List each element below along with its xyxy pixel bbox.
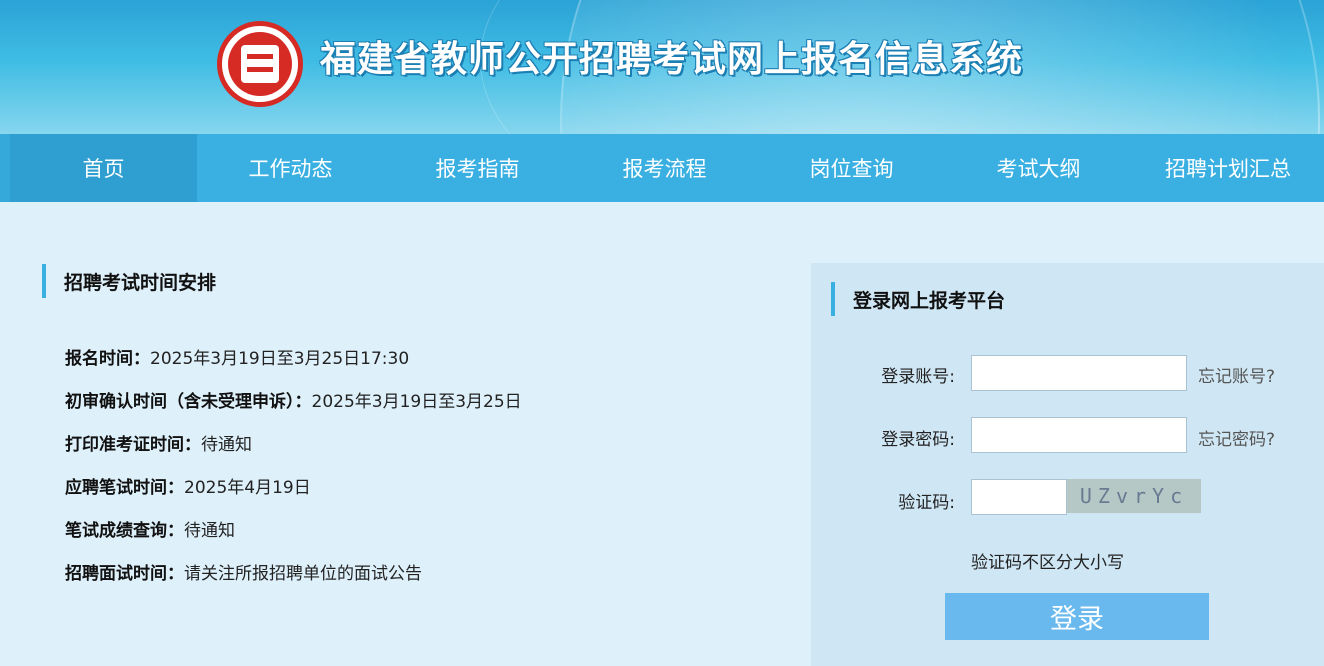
password-input[interactable] — [971, 417, 1187, 453]
account-input[interactable] — [971, 355, 1187, 391]
schedule-value: 待通知 — [201, 435, 252, 455]
schedule-row-admission-ticket: 打印准考证时间：待通知 — [65, 424, 522, 467]
schedule-label: 报名时间： — [65, 349, 150, 369]
schedule-value: 2025年4月19日 — [184, 478, 311, 498]
schedule-row-score-query: 笔试成绩查询：待通知 — [65, 510, 522, 553]
captcha-image[interactable]: UZvrYc — [1067, 479, 1201, 513]
nav-item-plan-summary[interactable]: 招聘计划汇总 — [1132, 134, 1324, 202]
schedule-header-bar — [42, 264, 46, 298]
nav-item-process[interactable]: 报考流程 — [571, 134, 758, 202]
site-title: 福建省教师公开招聘考试网上报名信息系统 — [320, 39, 1024, 80]
logo-ring — [228, 32, 292, 96]
logo-core — [241, 45, 279, 83]
schedule-value: 2025年3月19日至3月25日 — [311, 392, 522, 412]
schedule-value: 待通知 — [184, 521, 235, 541]
site-header: 福建省教师公开招聘考试网上报名信息系统 — [0, 0, 1324, 134]
nav-edge — [0, 134, 10, 202]
forgot-password-link[interactable]: 忘记密码? — [1198, 425, 1275, 450]
nav-item-guide[interactable]: 报考指南 — [384, 134, 571, 202]
schedule-list: 报名时间：2025年3月19日至3月25日17:30 初审确认时间（含未受理申诉… — [65, 338, 522, 596]
schedule-row-registration: 报名时间：2025年3月19日至3月25日17:30 — [65, 338, 522, 381]
schedule-label: 笔试成绩查询： — [65, 521, 184, 541]
captcha-input[interactable] — [971, 479, 1067, 515]
password-label: 登录密码: — [881, 430, 955, 450]
schedule-title: 招聘考试时间安排 — [64, 271, 217, 294]
nav-item-home[interactable]: 首页 — [10, 134, 197, 202]
nav-item-position-query[interactable]: 岗位查询 — [758, 134, 945, 202]
schedule-label: 初审确认时间（含未受理申诉）： — [65, 392, 312, 412]
schedule-label: 打印准考证时间： — [65, 435, 201, 455]
schedule-value: 2025年3月19日至3月25日17:30 — [150, 349, 410, 369]
captcha-note: 验证码不区分大小写 — [971, 553, 1124, 573]
schedule-label: 招聘面试时间： — [65, 564, 184, 584]
login-header-bar — [831, 282, 835, 316]
schedule-label: 应聘笔试时间： — [65, 478, 184, 498]
nav-item-syllabus[interactable]: 考试大纲 — [945, 134, 1132, 202]
schedule-row-written-exam: 应聘笔试时间：2025年4月19日 — [65, 467, 522, 510]
captcha-label: 验证码: — [898, 493, 955, 513]
main-nav: 首页 工作动态 报考指南 报考流程 岗位查询 考试大纲 招聘计划汇总 — [0, 134, 1324, 202]
schedule-row-interview: 招聘面试时间：请关注所报招聘单位的面试公告 — [65, 553, 522, 596]
login-button[interactable]: 登录 — [945, 593, 1209, 640]
account-label: 登录账号: — [881, 367, 955, 387]
schedule-header: 招聘考试时间安排 — [42, 264, 216, 298]
site-logo-icon[interactable] — [217, 21, 303, 107]
login-header: 登录网上报考平台 — [831, 282, 1005, 316]
login-title: 登录网上报考平台 — [853, 289, 1006, 312]
schedule-value: 请关注所报招聘单位的面试公告 — [184, 564, 422, 584]
nav-item-work-news[interactable]: 工作动态 — [197, 134, 384, 202]
forgot-account-link[interactable]: 忘记账号? — [1198, 362, 1275, 387]
schedule-row-review: 初审确认时间（含未受理申诉）：2025年3月19日至3月25日 — [65, 381, 522, 424]
